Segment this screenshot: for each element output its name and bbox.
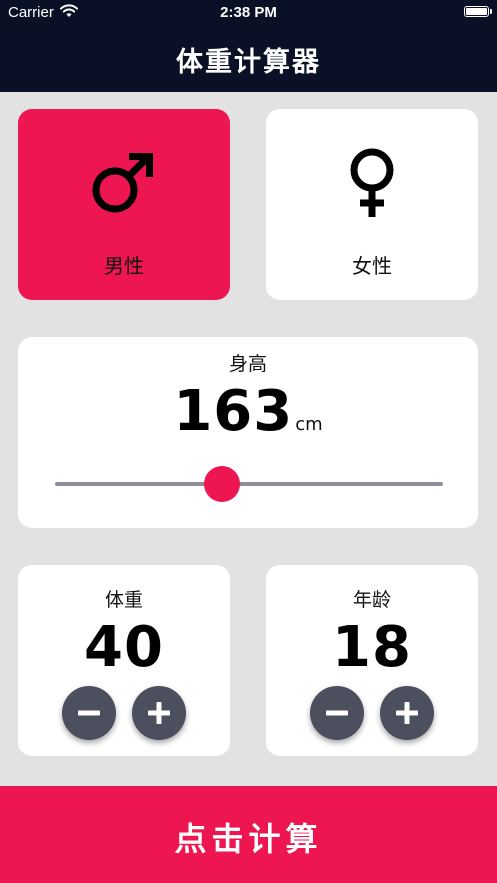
female-icon: [266, 147, 478, 223]
weight-value: 40: [84, 615, 164, 680]
height-value-row: 163 cm: [18, 379, 478, 444]
age-minus-button[interactable]: [310, 686, 364, 740]
weight-label: 体重: [104, 589, 143, 611]
calculate-button-label: 点击计算: [174, 820, 323, 858]
height-slider-track[interactable]: [55, 482, 443, 486]
age-value: 18: [332, 615, 412, 680]
status-time: 2:38 PM: [220, 4, 277, 21]
height-card: 身高 163 cm: [18, 337, 478, 528]
weight-card: 体重 40: [18, 565, 230, 756]
nav-bar: 体重计算器: [0, 26, 497, 92]
plus-icon: [148, 702, 170, 724]
height-slider-thumb[interactable]: [203, 466, 240, 502]
age-label: 年龄: [352, 589, 391, 611]
weight-plus-button[interactable]: [132, 686, 186, 740]
height-unit: cm: [295, 414, 323, 435]
age-card: 年龄 18: [266, 565, 478, 756]
minus-icon: [326, 710, 348, 716]
calculate-button[interactable]: 点击计算: [0, 786, 497, 883]
male-label: 男性: [104, 254, 144, 278]
weight-value-row: 40: [18, 615, 230, 680]
minus-icon: [78, 710, 100, 716]
age-plus-button[interactable]: [380, 686, 434, 740]
gender-card-female[interactable]: 女性: [266, 109, 478, 300]
battery-icon: [464, 6, 489, 17]
age-value-row: 18: [266, 615, 478, 680]
weight-minus-button[interactable]: [62, 686, 116, 740]
plus-icon: [396, 702, 418, 724]
male-icon: [18, 147, 230, 221]
battery-cap: [490, 9, 492, 14]
height-value: 163: [173, 379, 294, 444]
status-bar: Carrier 2:38 PM: [0, 0, 497, 26]
height-label: 身高: [228, 353, 267, 375]
female-label: 女性: [352, 254, 392, 278]
page-title: 体重计算器: [176, 47, 321, 78]
gender-card-male[interactable]: 男性: [18, 109, 230, 300]
